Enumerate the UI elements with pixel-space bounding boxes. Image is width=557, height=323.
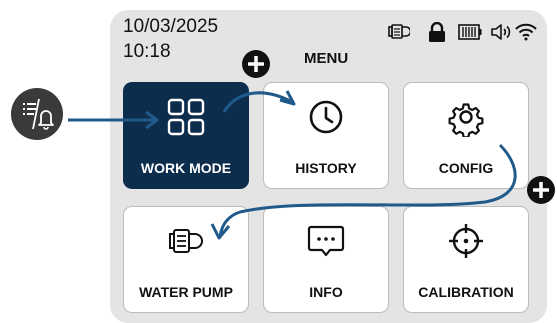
- arrow-to-water-pump: [210, 143, 517, 240]
- plus-icon: [242, 50, 270, 78]
- arrow-to-work-mode: [68, 110, 159, 130]
- plus-icon: [527, 176, 555, 204]
- arrow-to-history: [222, 90, 296, 113]
- annotation-overlay: [68, 50, 555, 240]
